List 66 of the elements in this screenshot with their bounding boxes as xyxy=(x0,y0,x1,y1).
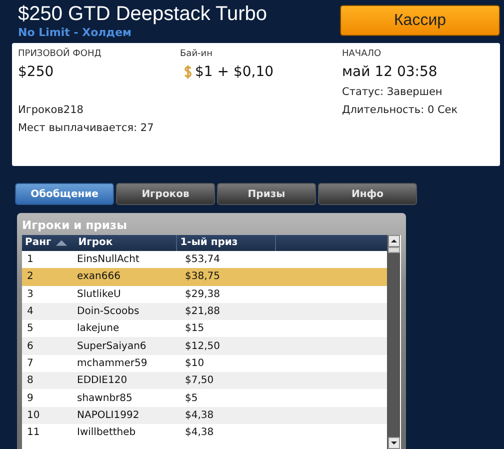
tab[interactable]: Призы xyxy=(217,183,316,205)
prize-cell-text: $5 xyxy=(184,392,199,404)
rank-cell-text: 11 xyxy=(26,427,41,438)
scroll-thumb[interactable] xyxy=(388,247,400,253)
tab[interactable]: Инфо xyxy=(318,183,417,205)
column-header[interactable]: Ранг xyxy=(22,235,52,251)
column-header[interactable]: Игрок xyxy=(75,235,176,251)
paid-places: Мест выплачивается: 27 xyxy=(18,121,155,136)
player-cell-text: Iwillbettheb xyxy=(76,427,137,438)
player-cell-text: Doin-Scoobs xyxy=(76,306,140,318)
prize-cell-text: $12,50 xyxy=(184,340,221,352)
rank-cell-text: 7 xyxy=(26,358,34,369)
dollar-icon xyxy=(184,65,192,79)
start-label: НАЧАЛО xyxy=(342,48,382,61)
prize-cell-text: $4,38 xyxy=(184,427,215,438)
prize-cell-text: $21,88 xyxy=(184,306,221,318)
rank-cell-text: 5 xyxy=(26,323,34,334)
prize-cell-text: $7,50 xyxy=(184,375,215,386)
rank-cell-text: 10 xyxy=(26,410,41,421)
player-cell-text: exan666 xyxy=(76,271,122,282)
rank-cell-text: 1 xyxy=(26,254,34,266)
game-type: No Limit - Холдем xyxy=(18,26,133,39)
table-row[interactable]: 10 NAPOLI1992 $4,38 xyxy=(22,406,387,424)
duration-text: Длительность: 0 Сек xyxy=(342,103,458,118)
prize-pool-value: $250 xyxy=(18,63,55,82)
scroll-up-icon[interactable] xyxy=(388,235,400,247)
player-cell-text: EinsNullAcht xyxy=(76,254,140,266)
scrollbar[interactable] xyxy=(387,235,400,449)
rank-cell-text: 8 xyxy=(26,375,34,386)
buy-in-label: Бай-ин xyxy=(180,48,214,61)
cashier-button[interactable]: Кассир xyxy=(340,5,500,36)
table-row[interactable]: 2 exan666 $38,75 xyxy=(22,268,387,286)
buy-in-value: $1 + $0,10 xyxy=(195,63,274,82)
player-cell-text: SuperSaiyan6 xyxy=(76,340,148,352)
prize-cell-text: $38,75 xyxy=(184,271,221,282)
table-row[interactable]: 5 lakejune $15 xyxy=(22,320,387,338)
tournament-title: $250 GTD Deepstack Turbo xyxy=(18,2,268,26)
status-text: Статус: Завершен xyxy=(342,85,444,100)
player-cell-text: shawnbr85 xyxy=(76,392,134,404)
prize-cell-text: $10 xyxy=(184,358,206,369)
rank-cell-text: 9 xyxy=(26,392,34,404)
table-row[interactable]: 1 EinsNullAcht $53,74 xyxy=(22,251,387,268)
sort-arrow-icon xyxy=(56,240,68,246)
player-cell-text: SlutlikeU xyxy=(76,288,122,300)
tab[interactable]: Обобщение xyxy=(15,183,114,205)
table-row[interactable]: 4 Doin-Scoobs $21,88 xyxy=(22,302,387,320)
player-cell-text: EDDIE120 xyxy=(76,375,128,386)
panel-title: Игроки и призы xyxy=(22,217,128,234)
table-row[interactable]: 6 SuperSaiyan6 $12,50 xyxy=(22,337,387,355)
prize-cell-text: $15 xyxy=(184,323,206,334)
rank-cell-text: 2 xyxy=(26,271,34,282)
player-cell-text: mchammer59 xyxy=(76,358,148,369)
player-cell-text: lakejune xyxy=(76,323,120,334)
prize-cell-text: $4,38 xyxy=(184,410,215,421)
prize-pool-label: ПРИЗОВОЙ ФОНД xyxy=(18,47,102,61)
rank-cell-text: 6 xyxy=(26,340,34,352)
player-cell-text: NAPOLI1992 xyxy=(76,410,140,421)
prize-cell-text: $29,38 xyxy=(184,288,221,300)
rank-cell-text: 3 xyxy=(26,288,34,300)
prize-cell-text: $53,74 xyxy=(184,254,221,266)
tab[interactable]: Игроков xyxy=(116,183,215,205)
players-count: Игроков218 xyxy=(18,103,84,118)
rank-cell-text: 4 xyxy=(26,306,34,318)
scroll-down-icon[interactable] xyxy=(388,437,400,449)
start-time: май 12 03:58 xyxy=(342,63,438,82)
table-row[interactable]: 8 EDDIE120 $7,50 xyxy=(22,372,387,390)
